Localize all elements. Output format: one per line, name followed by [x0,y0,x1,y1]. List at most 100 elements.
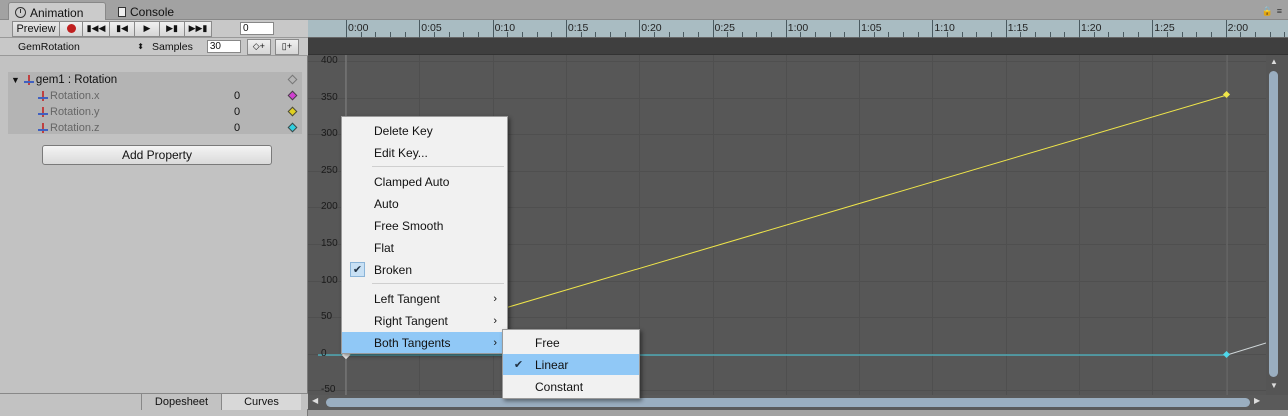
timeline-minor-tick [521,32,523,37]
add-event-button[interactable]: ▯+ [274,38,299,55]
timeline-minor-tick [917,32,919,37]
samples-field[interactable]: 30 [206,40,241,53]
timeline-label: 2:00 [1227,22,1249,34]
keyframe-point[interactable] [1222,90,1231,99]
key-diamond-icon[interactable] [287,106,298,117]
menu-item-left-tangent[interactable]: Left Tangent › [342,288,507,309]
property-value[interactable]: 0 [234,122,240,134]
clock-icon [15,7,26,18]
menu-item-auto[interactable]: Auto [342,193,507,214]
transform-icon [38,123,48,133]
tangent-handle-line[interactable] [1226,342,1266,356]
menu-item-edit-key[interactable]: Edit Key... [342,142,507,163]
record-button[interactable] [59,20,83,37]
checkmark-icon: ✔ [350,262,365,277]
menu-item-constant[interactable]: Constant [503,376,639,397]
timeline-major-tick [492,20,494,38]
first-key-button[interactable]: ▮◀◀ [82,20,110,37]
timeline-label: 1:20 [1081,22,1102,34]
clip-name: GemRotation [18,40,80,53]
menu-item-label: Delete Key [374,123,433,138]
key-diamond-icon[interactable] [287,90,298,101]
tab-dopesheet[interactable]: Dopesheet [141,394,221,410]
menu-item-label: Free [535,335,560,350]
timeline-minor-tick [800,32,802,37]
timeline-major-tick [419,20,421,38]
tab-console[interactable]: Console [112,2,192,20]
y-axis-label: -50 [321,384,336,395]
property-row[interactable]: Rotation.x 0 [8,88,302,104]
clip-dropdown[interactable]: GemRotation ⬍ [14,39,148,54]
timeline-minor-tick [1064,32,1066,37]
scroll-right-icon[interactable]: ▶ [1254,396,1260,405]
group-key-diamond-icon[interactable] [287,74,298,85]
preview-button[interactable]: Preview [12,20,60,37]
scroll-up-icon[interactable]: ▲ [1270,57,1278,66]
horizontal-scrollbar[interactable]: ◀ ▶ [308,395,1288,410]
timeline-minor-tick [888,32,890,37]
timeline-label: 1:00 [787,22,809,34]
timeline-major-tick [346,20,347,38]
timeline-minor-tick [771,32,773,37]
menu-item-linear[interactable]: ✔ Linear [503,354,639,375]
timeline-minor-tick [1108,32,1110,37]
play-button[interactable]: ▶ [134,20,160,37]
property-value[interactable]: 0 [234,106,240,118]
event-bar[interactable] [308,38,1288,55]
timeline-major-tick [712,20,714,38]
tab-console-label: Console [130,5,175,19]
expand-triangle-icon[interactable]: ▼ [11,75,20,85]
tab-animation[interactable]: Animation [8,2,106,20]
menu-item-broken[interactable]: ✔ Broken [342,259,507,280]
menu-item-label: Flat [374,240,395,255]
timeline-minor-tick [903,32,905,37]
timeline-label: 0:15 [567,22,589,34]
submenu-arrow-icon: › [493,337,497,349]
timeline-label: 1:05 [861,22,882,34]
window-menu-icon[interactable]: ≡ [1277,6,1282,17]
timeline-label: 0:05 [421,22,442,34]
menu-item-both-tangents[interactable]: Both Tangents › [342,332,507,353]
menu-item-label: Left Tangent [374,291,440,306]
add-keyframe-button[interactable]: ◇+ [246,38,271,55]
next-key-button[interactable]: ▶▮ [159,20,185,37]
vertical-scrollbar[interactable]: ▲ ▼ [1266,55,1288,395]
vertical-scroll-thumb[interactable] [1269,71,1278,377]
key-diamond-icon[interactable] [287,122,298,133]
timeline-label: 1:25 [1154,22,1175,34]
property-group-row[interactable]: ▼ gem1 : Rotation [8,72,302,88]
scroll-left-icon[interactable]: ◀ [312,396,318,405]
timeline-major-tick [1079,20,1080,38]
property-value[interactable]: 0 [234,90,240,102]
lock-icon[interactable]: 🔒 [1262,6,1273,17]
transform-icon [38,107,48,117]
timeline-minor-tick [668,32,670,37]
timeline-minor-tick [1020,32,1022,37]
prev-key-button[interactable]: ▮◀ [109,20,135,37]
scroll-down-icon[interactable]: ▼ [1270,381,1278,390]
menu-item-free-smooth[interactable]: Free Smooth [342,215,507,236]
y-axis-label: 150 [321,238,338,249]
property-row[interactable]: Rotation.y 0 [8,104,302,120]
animation-left-panel: Preview ▮◀◀ ▮◀ ▶ ▶▮ ▶▶▮ 0 GemRotation ⬍ … [0,20,308,416]
last-key-button[interactable]: ▶▶▮ [184,20,212,37]
keyframe-point[interactable] [1222,350,1231,359]
timeline-minor-tick [1137,32,1139,37]
tab-curves[interactable]: Curves [221,394,301,410]
timeline-minor-tick [844,32,846,37]
property-row[interactable]: Rotation.z 0 [8,120,302,136]
frame-field[interactable]: 0 [240,22,274,35]
menu-item-right-tangent[interactable]: Right Tangent › [342,310,507,331]
add-property-button[interactable]: Add Property [42,145,272,165]
horizontal-scroll-thumb[interactable] [326,398,1250,407]
dropdown-arrow-icon: ⬍ [137,42,144,51]
menu-item-clamped-auto[interactable]: Clamped Auto [342,171,507,192]
menu-separator [372,166,504,167]
menu-item-flat[interactable]: Flat [342,237,507,258]
menu-item-delete-key[interactable]: Delete Key [342,120,507,141]
timeline-ruler[interactable]: 0:00 0:05 0:10 0:15 0:20 0:25 1:00 1:05 1:10 1:15… [308,20,1288,38]
timeline-major-tick [1152,20,1154,38]
y-axis-label: 0 [321,347,327,359]
menu-item-free[interactable]: Free [503,332,639,353]
timeline-minor-tick [433,32,435,37]
